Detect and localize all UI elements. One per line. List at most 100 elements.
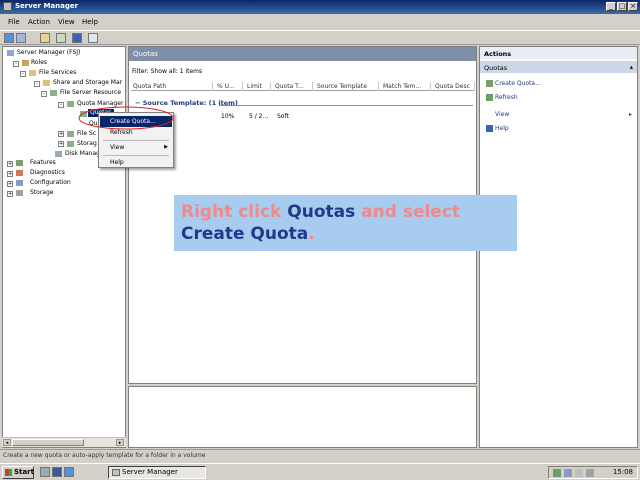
- tree-item-fsrm[interactable]: File Server Resource: [60, 89, 121, 97]
- expand-toggle[interactable]: +: [58, 131, 64, 137]
- context-view-label: View: [110, 144, 125, 151]
- menu-action[interactable]: Action: [28, 18, 50, 26]
- menu-file[interactable]: File: [8, 18, 20, 26]
- column-source-template[interactable]: Source Template: [315, 82, 379, 91]
- server-manager-icon: [112, 469, 120, 476]
- context-help[interactable]: Help: [100, 157, 172, 168]
- collapse-toggle[interactable]: -: [20, 71, 26, 77]
- collapse-arrow-icon[interactable]: ▴: [630, 63, 633, 71]
- collapse-toggle[interactable]: -: [34, 81, 40, 87]
- create-quota-icon: [486, 80, 493, 87]
- callout-text-1: Right click: [181, 202, 288, 222]
- storage-reports-icon: [67, 141, 74, 147]
- pane-title: Quotas: [129, 47, 476, 61]
- quicklaunch-server-manager-icon[interactable]: [40, 467, 50, 477]
- share-icon: [43, 80, 50, 86]
- tree-item-configuration[interactable]: Configuration: [30, 179, 71, 187]
- taskbar: Start Server Manager 15:08: [0, 463, 640, 480]
- instruction-callout: Right click Quotas and select Create Quo…: [174, 195, 517, 251]
- submenu-arrow-icon: ▸: [628, 111, 632, 118]
- tree-item-file-services[interactable]: File Services: [39, 69, 76, 77]
- action-refresh[interactable]: Refresh: [486, 94, 518, 101]
- disk-icon: [55, 151, 62, 157]
- maximize-button[interactable]: □: [617, 2, 627, 11]
- show-tree-icon[interactable]: [56, 33, 66, 43]
- collapse-toggle[interactable]: -: [58, 102, 64, 108]
- filter-bar[interactable]: Filter: Show all: 1 items: [132, 68, 202, 75]
- highlight-ellipse: [78, 106, 174, 130]
- scroll-left-icon[interactable]: ◂: [3, 439, 11, 446]
- task-label: Server Manager: [122, 468, 178, 476]
- up-folder-icon[interactable]: [40, 33, 50, 43]
- toolbar: [0, 30, 640, 45]
- quicklaunch-powershell-icon[interactable]: [52, 467, 62, 477]
- tree-item-share-storage[interactable]: Share and Storage Mar: [53, 79, 122, 87]
- actions-header: Actions: [480, 47, 637, 59]
- title-bar[interactable]: Server Manager _ □ ×: [0, 0, 640, 14]
- status-bar: Create a new quota or auto-apply templat…: [0, 449, 640, 462]
- action-label: Create Quota...: [495, 80, 541, 87]
- horizontal-scrollbar[interactable]: ◂ ▸: [2, 437, 126, 447]
- collapse-toggle[interactable]: -: [13, 61, 19, 67]
- tree-item-features[interactable]: Features: [30, 159, 56, 167]
- tray-printer-icon[interactable]: [586, 469, 594, 477]
- tree-item-roles[interactable]: Roles: [31, 59, 47, 67]
- submenu-arrow-icon: ▶: [164, 144, 168, 150]
- details-pane: [128, 386, 477, 448]
- storage-icon: [16, 190, 23, 196]
- tray-network-icon[interactable]: [553, 469, 561, 477]
- configuration-icon: [16, 180, 23, 186]
- tree-item-disk-management[interactable]: Disk Manag: [65, 150, 100, 158]
- clock[interactable]: 15:08: [613, 468, 633, 476]
- column-quota-type[interactable]: Quota T...: [273, 82, 313, 91]
- column-percent-used[interactable]: % U...: [215, 82, 243, 91]
- tree-item-diagnostics[interactable]: Diagnostics: [30, 169, 65, 177]
- taskbar-server-manager[interactable]: Server Manager: [108, 466, 206, 479]
- cell-percent-used: 10%: [221, 113, 235, 120]
- action-help[interactable]: Help: [486, 125, 509, 132]
- tree-item-server-manager[interactable]: Server Manager (FSJ): [17, 49, 80, 57]
- expand-toggle[interactable]: +: [7, 191, 13, 197]
- callout-text-4: Create Quota: [181, 224, 309, 244]
- context-view[interactable]: View ▶: [100, 142, 172, 153]
- tray-volume-icon[interactable]: [575, 469, 583, 477]
- collapse-toggle[interactable]: -: [41, 91, 47, 97]
- quicklaunch-explorer-icon[interactable]: [64, 467, 74, 477]
- expand-toggle[interactable]: +: [7, 171, 13, 177]
- column-quota-description[interactable]: Quota Desc: [433, 82, 475, 91]
- scroll-thumb[interactable]: [12, 439, 84, 446]
- expand-toggle[interactable]: +: [58, 141, 64, 147]
- quota-manager-icon: [67, 101, 74, 107]
- action-view[interactable]: View ▸: [486, 111, 632, 118]
- refresh-icon: [486, 94, 493, 101]
- menu-help[interactable]: Help: [82, 18, 98, 26]
- back-arrow-icon[interactable]: [4, 33, 14, 43]
- callout-text-2: Quotas: [287, 202, 356, 222]
- expand-toggle[interactable]: +: [7, 181, 13, 187]
- menu-bar: File Action View Help: [0, 16, 640, 29]
- fsrm-icon: [50, 90, 57, 96]
- scroll-right-icon[interactable]: ▸: [116, 439, 124, 446]
- column-quota-path[interactable]: Quota Path: [131, 82, 213, 91]
- action-label: View: [495, 111, 510, 118]
- group-divider: [219, 105, 473, 106]
- folder-icon: [29, 70, 36, 76]
- expand-toggle[interactable]: +: [7, 161, 13, 167]
- close-button[interactable]: ×: [628, 2, 638, 11]
- column-limit[interactable]: Limit: [245, 82, 271, 91]
- forward-arrow-icon[interactable]: [16, 33, 26, 43]
- properties-icon[interactable]: [88, 33, 98, 43]
- help-icon[interactable]: [72, 33, 82, 43]
- help-icon: [486, 125, 493, 132]
- tree-item-storage-reports[interactable]: Storag: [77, 140, 97, 148]
- tree-item-storage[interactable]: Storage: [30, 189, 53, 197]
- action-create-quota[interactable]: Create Quota...: [486, 80, 541, 87]
- column-match-template[interactable]: Match Tem...: [381, 82, 431, 91]
- menu-view[interactable]: View: [58, 18, 75, 26]
- start-button[interactable]: Start: [2, 466, 34, 479]
- tray-security-icon[interactable]: [564, 469, 572, 477]
- column-headers: Quota Path % U... Limit Quota T... Sourc…: [131, 82, 475, 91]
- actions-section-quotas[interactable]: Quotas ▴: [480, 61, 637, 73]
- windows-logo-icon: [5, 469, 12, 476]
- minimize-button[interactable]: _: [606, 2, 616, 11]
